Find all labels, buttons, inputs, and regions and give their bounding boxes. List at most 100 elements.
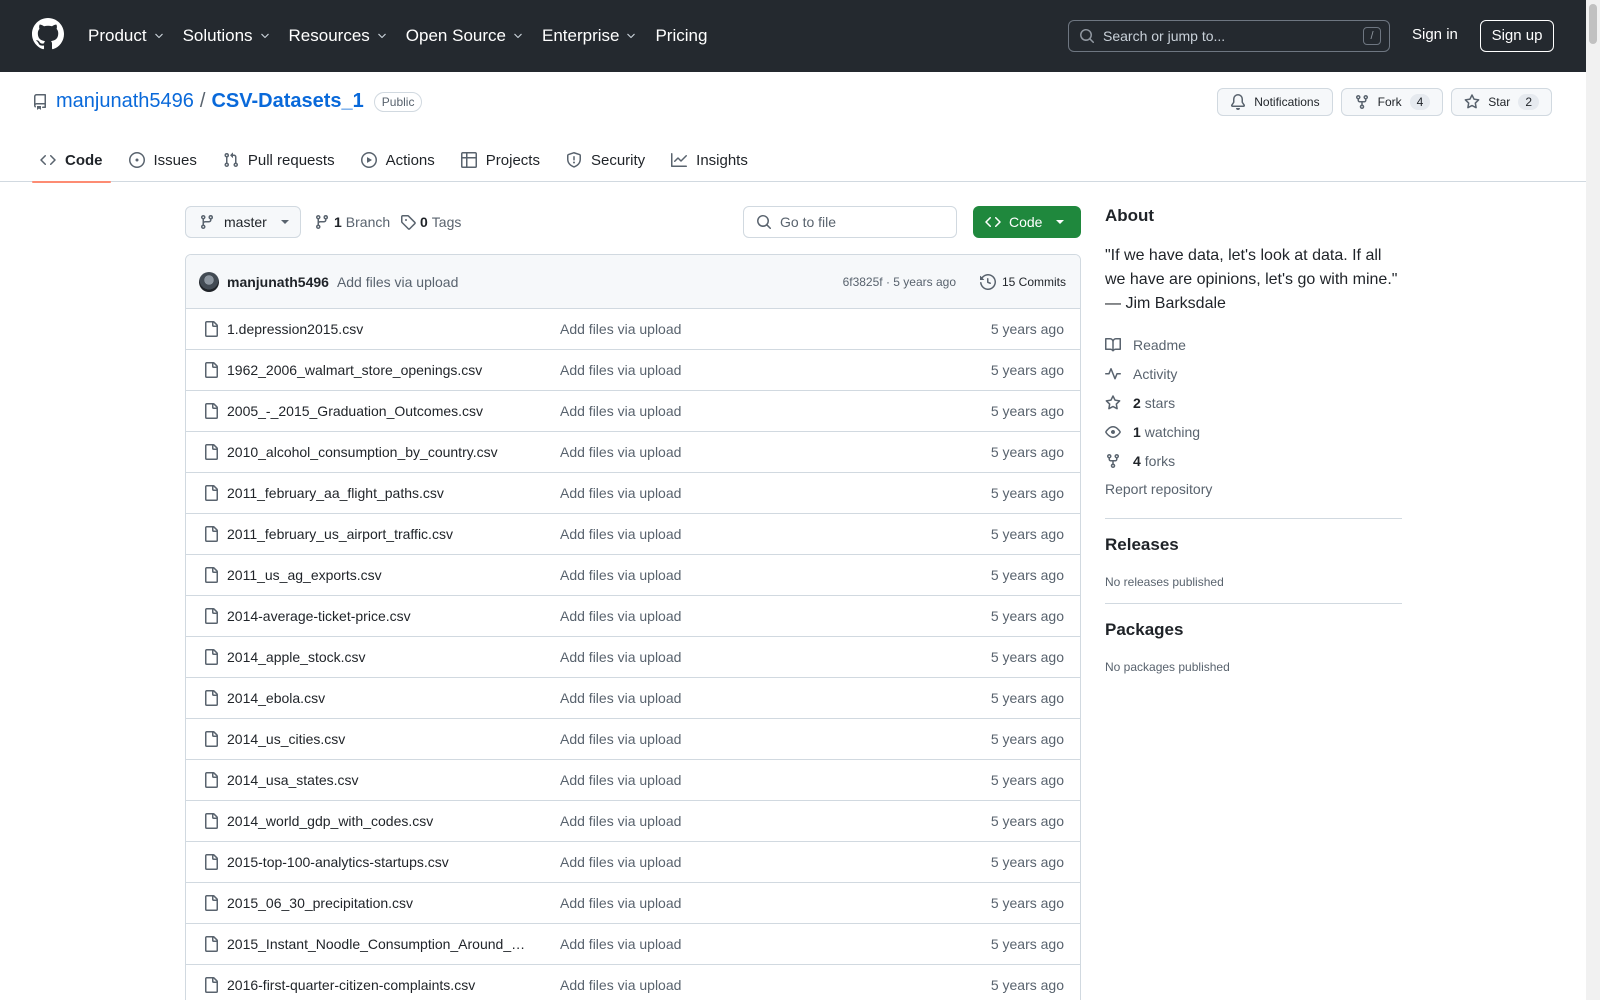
file-row[interactable]: 2014_us_cities.csv Add files via upload 5 … bbox=[186, 719, 1080, 760]
stars-link[interactable]: 2 stars bbox=[1105, 388, 1402, 417]
file-name-link[interactable]: 2014-average-ticket-price.csv bbox=[227, 608, 527, 624]
file-name-link[interactable]: 2011_us_ag_exports.csv bbox=[227, 567, 527, 583]
branch-selector[interactable]: master bbox=[185, 206, 301, 238]
file-commit-message-link[interactable]: Add files via upload bbox=[560, 526, 681, 542]
file-commit-message-link[interactable]: Add files via upload bbox=[560, 731, 681, 747]
tab-security[interactable]: Security bbox=[558, 138, 653, 182]
tab-actions[interactable]: Actions bbox=[353, 138, 443, 182]
nav-resources[interactable]: Resources bbox=[289, 26, 388, 46]
file-row[interactable]: 2011_february_aa_flight_paths.csv Add fil… bbox=[186, 473, 1080, 514]
file-name-link[interactable]: 2011_february_aa_flight_paths.csv bbox=[227, 485, 527, 501]
file-row[interactable]: 2014_usa_states.csv Add files via upload 5… bbox=[186, 760, 1080, 801]
activity-link[interactable]: Activity bbox=[1105, 359, 1402, 388]
file-name-link[interactable]: 1962_2006_walmart_store_openings.csv bbox=[227, 362, 527, 378]
file-commit-message-link[interactable]: Add files via upload bbox=[560, 362, 681, 378]
file-commit-message-link[interactable]: Add files via upload bbox=[560, 772, 681, 788]
file-commit-message-link[interactable]: Add files via upload bbox=[560, 567, 681, 583]
file-name-link[interactable]: 2015_Instant_Noodle_Consumption_Around_… bbox=[227, 936, 527, 952]
nav-solutions[interactable]: Solutions bbox=[183, 26, 271, 46]
file-age: 5 years ago bbox=[990, 936, 1064, 952]
file-row[interactable]: 2010_alcohol_consumption_by_country.csv A… bbox=[186, 432, 1080, 473]
file-name-link[interactable]: 1.depression2015.csv bbox=[227, 321, 527, 337]
scrollbar-thumb[interactable] bbox=[1589, 4, 1597, 44]
tab-code[interactable]: Code bbox=[32, 138, 111, 183]
file-name-link[interactable]: 2011_february_us_airport_traffic.csv bbox=[227, 526, 527, 542]
file-commit-message-link[interactable]: Add files via upload bbox=[560, 936, 681, 952]
tab-projects[interactable]: Projects bbox=[453, 138, 548, 182]
fork-button[interactable]: Fork 4 bbox=[1340, 88, 1444, 116]
forks-link[interactable]: 4 forks bbox=[1105, 446, 1402, 475]
file-row[interactable]: 2014_apple_stock.csv Add files via upload… bbox=[186, 637, 1080, 678]
nav-pricing[interactable]: Pricing bbox=[655, 26, 707, 46]
file-commit-message-link[interactable]: Add files via upload bbox=[560, 321, 681, 337]
file-row[interactable]: 2005_-_2015_Graduation_Outcomes.csv Add f… bbox=[186, 391, 1080, 432]
file-commit-message-link[interactable]: Add files via upload bbox=[560, 895, 681, 911]
file-name-link[interactable]: 2010_alcohol_consumption_by_country.csv bbox=[227, 444, 527, 460]
tab-pull-requests[interactable]: Pull requests bbox=[215, 138, 343, 182]
file-row[interactable]: 1962_2006_walmart_store_openings.csv Add … bbox=[186, 350, 1080, 391]
file-row[interactable]: 2014_world_gdp_with_codes.csv Add files v… bbox=[186, 801, 1080, 842]
global-search-input[interactable]: Search or jump to... / bbox=[1068, 20, 1390, 52]
file-commit-message-link[interactable]: Add files via upload bbox=[560, 690, 681, 706]
code-dropdown-button[interactable]: Code bbox=[973, 206, 1081, 238]
commit-author-link[interactable]: manjunath5496 bbox=[227, 274, 329, 290]
tags-link[interactable]: 0 Tags bbox=[400, 214, 461, 230]
file-name-link[interactable]: 2016-first-quarter-citizen-complaints.cs… bbox=[227, 977, 527, 993]
page-scrollbar[interactable] bbox=[1586, 0, 1600, 1000]
commit-hash-and-age[interactable]: 6f3825f · 5 years ago bbox=[843, 275, 956, 289]
file-row[interactable]: 2015_Instant_Noodle_Consumption_Around_…… bbox=[186, 924, 1080, 965]
commits-history-link[interactable]: 15 Commits bbox=[979, 273, 1066, 290]
releases-heading[interactable]: Releases bbox=[1105, 535, 1402, 555]
notifications-button[interactable]: Notifications bbox=[1217, 88, 1333, 116]
file-name-link[interactable]: 2014_world_gdp_with_codes.csv bbox=[227, 813, 527, 829]
file-row[interactable]: 2014-average-ticket-price.csv Add files v… bbox=[186, 596, 1080, 637]
notifications-label: Notifications bbox=[1254, 95, 1320, 109]
file-row[interactable]: 2014_ebola.csv Add files via upload 5 year… bbox=[186, 678, 1080, 719]
file-commit-message-link[interactable]: Add files via upload bbox=[560, 977, 681, 993]
file-age: 5 years ago bbox=[990, 485, 1064, 501]
nav-open-source[interactable]: Open Source bbox=[406, 26, 524, 46]
sign-in-link[interactable]: Sign in bbox=[1412, 26, 1458, 43]
commits-count-label: 15 Commits bbox=[1001, 274, 1066, 289]
watching-link[interactable]: 1 watching bbox=[1105, 417, 1402, 446]
repo-owner-link[interactable]: manjunath5496 bbox=[56, 90, 194, 113]
commit-message-link[interactable]: Add files via upload bbox=[337, 274, 458, 290]
nav-product[interactable]: Product bbox=[88, 26, 165, 46]
branches-link[interactable]: 1 Branch bbox=[314, 214, 390, 230]
tab-insights[interactable]: Insights bbox=[663, 138, 756, 182]
tab-issues[interactable]: Issues bbox=[121, 138, 205, 182]
file-row[interactable]: 2015-top-100-analytics-startups.csv Add f… bbox=[186, 842, 1080, 883]
file-name-link[interactable]: 2014_ebola.csv bbox=[227, 690, 527, 706]
file-row[interactable]: 2011_us_ag_exports.csv Add files via uplo… bbox=[186, 555, 1080, 596]
file-row[interactable]: 2011_february_us_airport_traffic.csv Add … bbox=[186, 514, 1080, 555]
file-row[interactable]: 2015_06_30_precipitation.csv Add files vi… bbox=[186, 883, 1080, 924]
file-name-link[interactable]: 2015_06_30_precipitation.csv bbox=[227, 895, 527, 911]
file-name-link[interactable]: 2015-top-100-analytics-startups.csv bbox=[227, 854, 527, 870]
file-row[interactable]: 1.depression2015.csv Add files via upload… bbox=[186, 309, 1080, 350]
avatar[interactable] bbox=[199, 271, 219, 292]
star-button[interactable]: Star 2 bbox=[1451, 88, 1552, 116]
search-placeholder: Search or jump to... bbox=[1103, 28, 1226, 44]
file-row[interactable]: 2016-first-quarter-citizen-complaints.cs… bbox=[186, 965, 1080, 1000]
watching-label: watching bbox=[1144, 423, 1201, 440]
repo-name-link[interactable]: CSV-Datasets_1 bbox=[211, 90, 363, 113]
packages-heading[interactable]: Packages bbox=[1105, 620, 1402, 640]
nav-enterprise[interactable]: Enterprise bbox=[542, 26, 637, 46]
file-commit-message-link[interactable]: Add files via upload bbox=[560, 813, 681, 829]
file-name-link[interactable]: 2014_apple_stock.csv bbox=[227, 649, 527, 665]
file-name-link[interactable]: 2014_us_cities.csv bbox=[227, 731, 527, 747]
sign-up-button[interactable]: Sign up bbox=[1480, 20, 1554, 52]
search-icon bbox=[756, 214, 772, 230]
file-commit-message-link[interactable]: Add files via upload bbox=[560, 403, 681, 419]
file-commit-message-link[interactable]: Add files via upload bbox=[560, 444, 681, 460]
file-name-link[interactable]: 2014_usa_states.csv bbox=[227, 772, 527, 788]
file-commit-message-link[interactable]: Add files via upload bbox=[560, 485, 681, 501]
file-name-link[interactable]: 2005_-_2015_Graduation_Outcomes.csv bbox=[227, 403, 527, 419]
github-logo-icon[interactable] bbox=[32, 18, 64, 50]
readme-link[interactable]: Readme bbox=[1105, 330, 1402, 359]
file-commit-message-link[interactable]: Add files via upload bbox=[560, 608, 681, 624]
file-commit-message-link[interactable]: Add files via upload bbox=[560, 854, 681, 870]
file-commit-message-link[interactable]: Add files via upload bbox=[560, 649, 681, 665]
report-repository-link[interactable]: Report repository bbox=[1105, 475, 1402, 504]
go-to-file-input[interactable]: Go to file bbox=[743, 206, 957, 238]
